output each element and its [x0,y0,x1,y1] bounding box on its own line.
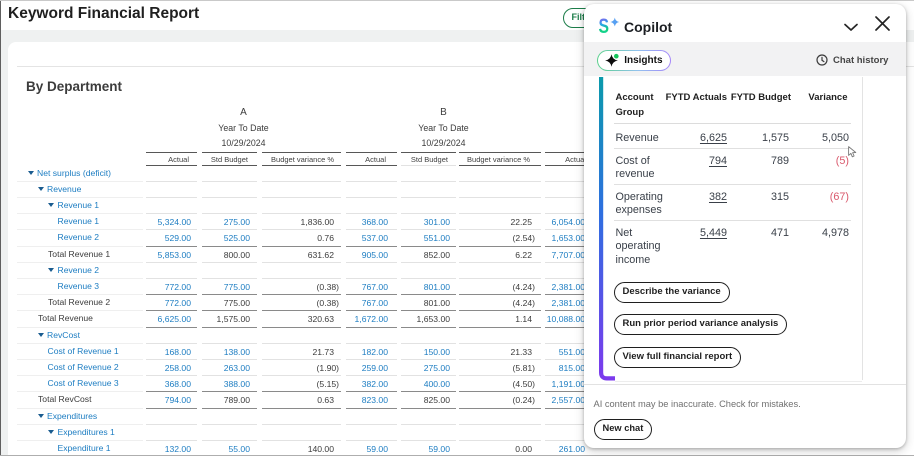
svg-text:S: S [599,15,610,38]
